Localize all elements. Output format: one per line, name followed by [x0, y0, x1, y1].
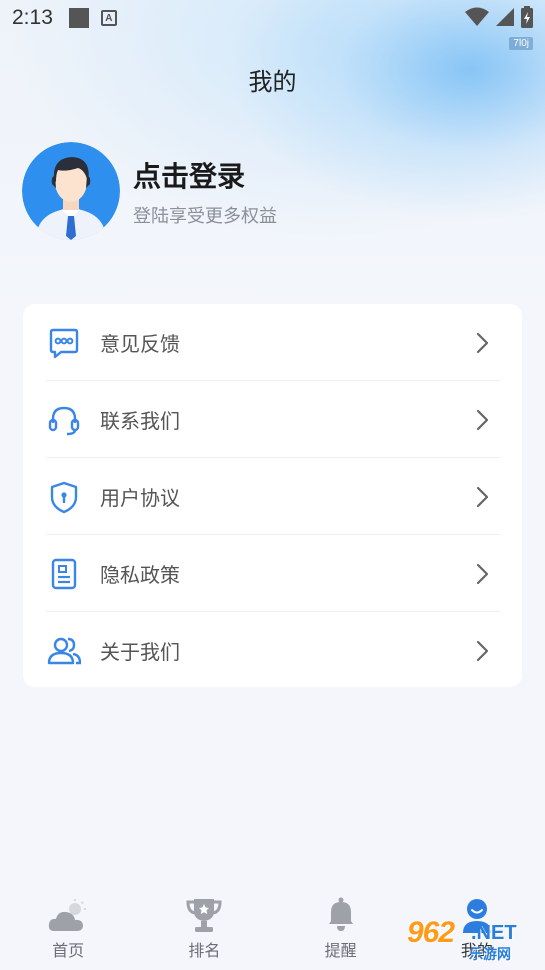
notification-square-icon: [68, 8, 89, 28]
battery-icon: [521, 6, 533, 28]
chevron-right-icon: [476, 640, 489, 661]
trophy-icon: [184, 895, 224, 933]
shield-icon: [47, 480, 81, 514]
document-icon: [47, 557, 81, 591]
login-subtitle: 登陆享受更多权益: [133, 206, 277, 227]
tab-label: 首页: [52, 941, 85, 960]
page-title: 我的: [248, 68, 297, 96]
watermark-number: 962: [407, 916, 455, 949]
users-icon: [47, 634, 81, 668]
headset-icon: [47, 403, 81, 437]
user-avatar-icon: [22, 142, 120, 240]
login-title[interactable]: 点击登录: [133, 155, 245, 195]
signal-icon: [496, 8, 514, 26]
menu-item-label: 意见反馈: [100, 332, 180, 356]
tab-home[interactable]: 首页: [0, 885, 136, 970]
chevron-right-icon: [476, 486, 489, 507]
menu-item-user-agreement[interactable]: 用户协议: [23, 458, 522, 535]
watermark-suffix: .NET: [471, 922, 517, 944]
chevron-right-icon: [476, 409, 489, 430]
watermark-text: 乐游网: [469, 947, 511, 963]
tab-reminder[interactable]: 提醒: [273, 885, 409, 970]
wifi-icon: [465, 7, 489, 26]
feedback-icon: [47, 326, 81, 360]
status-badge: 7l0j: [509, 37, 533, 50]
weather-icon: [48, 895, 88, 933]
menu-item-privacy-policy[interactable]: 隐私政策: [23, 535, 522, 612]
chevron-right-icon: [476, 332, 489, 353]
avatar[interactable]: [22, 142, 120, 240]
status-bar: 2:13 A: [0, 0, 545, 36]
menu-item-label: 关于我们: [100, 640, 180, 664]
menu-item-feedback[interactable]: 意见反馈: [23, 304, 522, 381]
bell-icon: [321, 895, 361, 933]
tab-label: 提醒: [324, 941, 357, 960]
tab-ranking[interactable]: 排名: [136, 885, 272, 970]
menu-item-label: 隐私政策: [100, 563, 180, 587]
menu-item-label: 用户协议: [100, 486, 180, 510]
tab-label: 排名: [188, 941, 221, 960]
menu-item-label: 联系我们: [100, 409, 180, 433]
chevron-right-icon: [476, 563, 489, 584]
notification-a-icon: A: [100, 10, 117, 26]
menu-card: 意见反馈 联系我们 用户协议 隐私政策 关于我们: [23, 304, 522, 687]
menu-item-contact[interactable]: 联系我们: [23, 381, 522, 458]
menu-item-about-us[interactable]: 关于我们: [23, 612, 522, 689]
status-time: 2:13: [12, 6, 53, 29]
watermark-logo: 962 .NET 乐游网: [399, 916, 539, 963]
status-icons: [465, 6, 533, 28]
